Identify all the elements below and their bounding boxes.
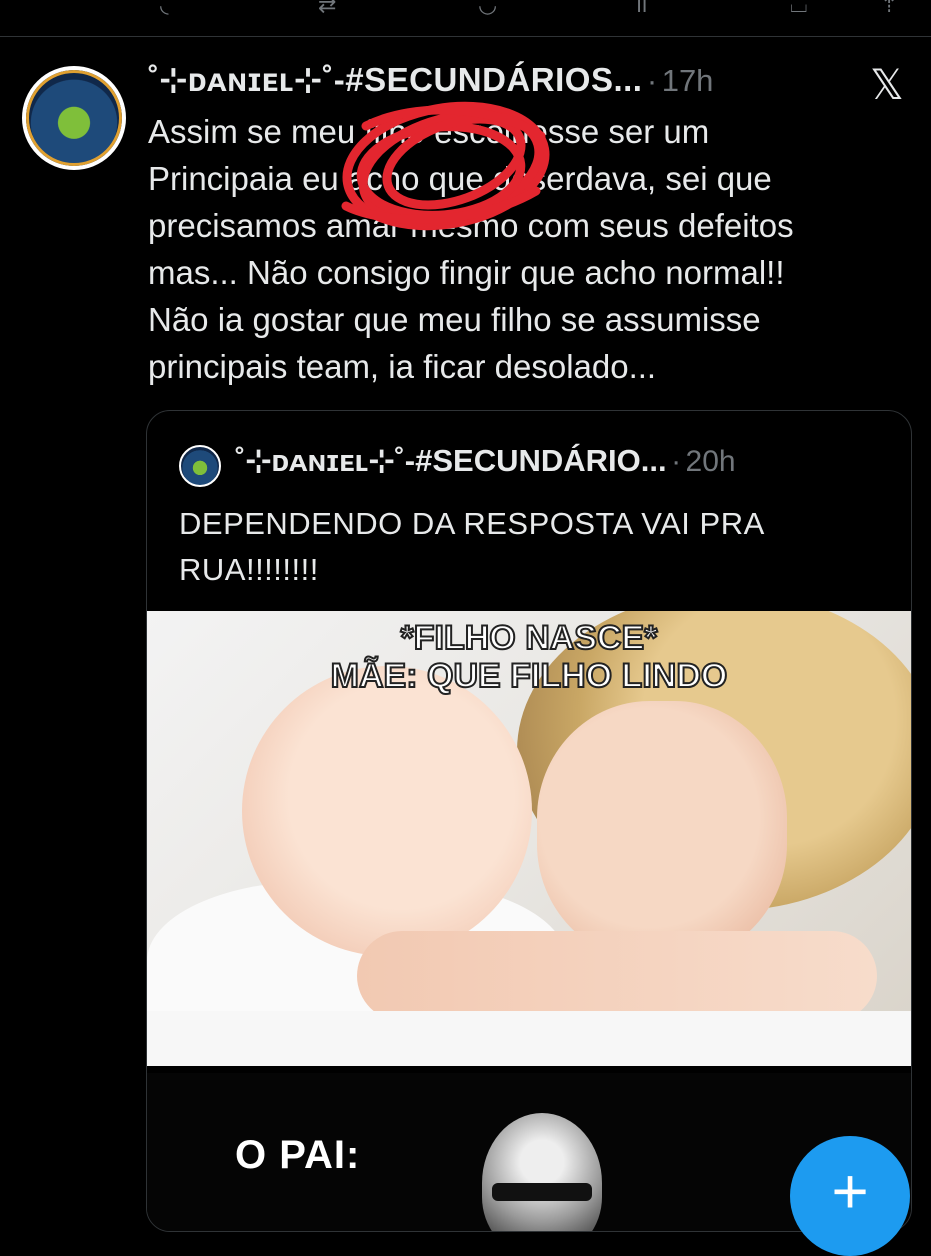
- quoted-text-line: RUA!!!!!!!!: [179, 552, 319, 587]
- meme-caption-bottom: O PAI:: [235, 1133, 361, 1177]
- views-icon[interactable]: ıl: [636, 0, 647, 18]
- quoted-tweet-text: DEPENDENDO DA RESPOSTA VAI PRA RUA!!!!!!…: [179, 501, 879, 593]
- red-scribble-annotation: [341, 101, 550, 231]
- quoted-author-name[interactable]: ˚⊹ᴅᴀɴɪᴇʟ⊹˚-#SECUNDÁRIO...: [235, 443, 667, 478]
- mother-face: [537, 701, 787, 961]
- quoted-text-line: DEPENDENDO DA RESPOSTA VAI PRA: [179, 506, 765, 541]
- quoted-tweet-timestamp[interactable]: 20h: [686, 445, 736, 478]
- meme-caption-second: MÃE: QUE FILHO LINDO: [330, 656, 729, 696]
- meme-caption-top: *FILHO NASCE*: [400, 618, 659, 658]
- author-avatar[interactable]: [22, 66, 126, 170]
- tweet-timestamp[interactable]: 17h: [662, 63, 714, 98]
- tweet-text-line: principais team, ia ficar desolado...: [148, 348, 657, 385]
- baby-head: [242, 666, 532, 956]
- top-action-bar: ◟ ⇄ ◡ ıl ⌴ ⇡: [0, 0, 931, 37]
- compose-button[interactable]: +: [790, 1136, 910, 1256]
- like-icon[interactable]: ◡: [478, 0, 497, 18]
- bookmark-icon[interactable]: ⌴: [790, 0, 808, 18]
- sunglasses: [492, 1183, 592, 1201]
- retweet-icon[interactable]: ⇄: [318, 0, 336, 18]
- mother-arm: [357, 931, 877, 1021]
- author-name[interactable]: ˚⊹ᴅᴀɴɪᴇʟ⊹˚-#SECUNDÁRIOS...: [148, 61, 642, 98]
- tweet-text-line: Não ia gostar que meu filho se assumisse: [148, 301, 761, 338]
- meme-image[interactable]: *FILHO NASCE* MÃE: QUE FILHO LINDO: [147, 611, 911, 1066]
- share-icon[interactable]: ⇡: [880, 0, 898, 18]
- reply-icon[interactable]: ◟: [160, 0, 169, 18]
- plus-icon: +: [831, 1155, 869, 1227]
- quoted-tweet-card[interactable]: ˚⊹ᴅᴀɴɪᴇʟ⊹˚-#SECUNDÁRIO... · 20h DEPENDEN…: [146, 410, 912, 1232]
- bald-man-figure: [482, 1113, 602, 1231]
- bed-sheet: [147, 1011, 911, 1066]
- separator-dot: ·: [646, 63, 658, 98]
- quoted-author-avatar[interactable]: [179, 445, 221, 487]
- separator-dot: ·: [671, 445, 682, 478]
- x-logo-icon: 𝕏: [870, 60, 904, 109]
- quoted-tweet-header: ˚⊹ᴅᴀɴɪᴇʟ⊹˚-#SECUNDÁRIO... · 20h: [235, 443, 736, 479]
- tweet-text-line: mas... Não consigo fingir que acho norma…: [148, 254, 785, 291]
